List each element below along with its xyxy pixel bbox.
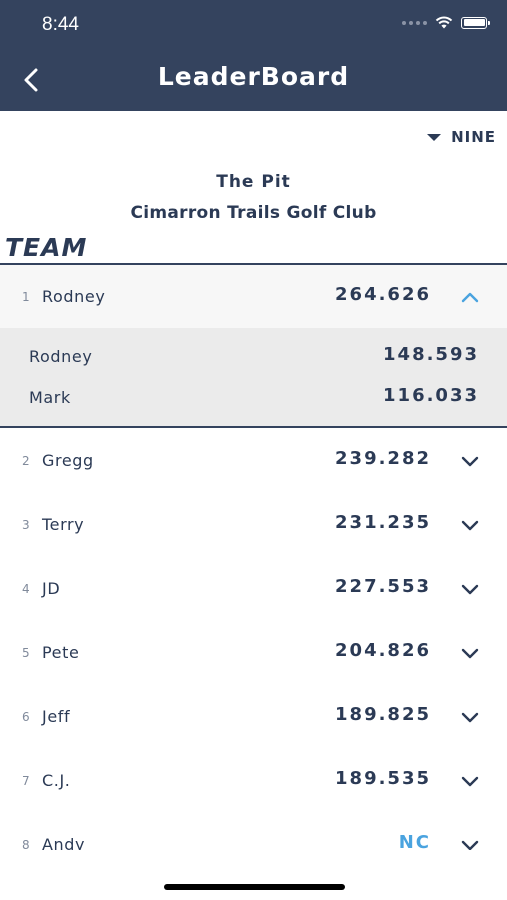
chevron-down-icon[interactable] (460, 838, 480, 850)
rank-label: 4 (22, 582, 30, 596)
page-title: LeaderBoard (157, 62, 350, 91)
team-name: Terry (42, 515, 85, 534)
chevron-down-icon[interactable] (460, 774, 480, 788)
team-name: JD (42, 579, 61, 598)
team-score: 189.825 (335, 704, 431, 725)
chevron-down-icon[interactable] (460, 454, 480, 468)
team-name: Andy (42, 835, 86, 850)
chevron-down-icon[interactable] (460, 710, 480, 724)
team-score: NC (398, 832, 431, 850)
table-row[interactable]: 6 Jeff 189.825 (0, 685, 507, 749)
panel-divider (0, 426, 507, 428)
table-row[interactable]: 2 Gregg 239.282 (0, 429, 507, 493)
chevron-down-icon[interactable] (460, 582, 480, 596)
rank-label: 3 (22, 518, 30, 532)
chevron-up-icon[interactable] (460, 290, 480, 304)
round-filter-label: NINE (451, 128, 496, 146)
status-time: 8:44 (42, 14, 79, 35)
cellular-signal-icon (402, 20, 427, 25)
team-score: 264.626 (335, 284, 431, 305)
battery-icon (461, 16, 490, 29)
rank-label: 2 (22, 454, 30, 468)
app-header: 8:44 LeaderBoard (0, 0, 507, 111)
team-score: 189.535 (335, 768, 431, 789)
course-name: The Pit (216, 172, 291, 192)
home-indicator[interactable] (164, 884, 345, 890)
rank-label: 5 (22, 646, 30, 660)
member-score: 116.033 (383, 385, 479, 406)
member-name: Mark (29, 388, 71, 407)
table-row[interactable]: 7 C.J. 189.535 (0, 749, 507, 813)
chevron-down-icon[interactable] (460, 646, 480, 660)
rank-label: 6 (22, 710, 30, 724)
rank-label: 7 (22, 774, 30, 788)
team-score: 204.826 (335, 640, 431, 661)
caret-down-icon (427, 133, 442, 141)
team-score: 227.553 (335, 576, 431, 597)
content-area: 8:44 LeaderBoard NINE The Pit Cimarron T… (0, 0, 507, 850)
wifi-icon (435, 16, 453, 29)
team-name: Gregg (42, 451, 94, 470)
team-name: Pete (42, 643, 80, 662)
member-score: 148.593 (383, 344, 479, 365)
table-row[interactable]: 5 Pete 204.826 (0, 621, 507, 685)
round-filter-dropdown[interactable]: NINE (427, 128, 496, 146)
club-name: Cimarron Trails Golf Club (130, 203, 377, 223)
table-row[interactable]: 3 Terry 231.235 (0, 493, 507, 557)
table-row[interactable]: 8 Andy NC (0, 813, 507, 850)
table-row[interactable]: 1 Rodney 264.626 (0, 265, 507, 329)
team-name: C.J. (42, 771, 71, 790)
rank-label: 8 (22, 838, 30, 850)
status-icons (402, 16, 490, 29)
chevron-down-icon[interactable] (460, 518, 480, 532)
member-name: Rodney (29, 347, 93, 366)
team-score: 239.282 (335, 448, 431, 469)
team-members-panel: Rodney 148.593 Mark 116.033 (0, 328, 507, 426)
rank-label: 1 (22, 290, 30, 304)
team-name: Jeff (42, 707, 71, 726)
section-title: TEAM (5, 233, 88, 262)
table-row[interactable]: 4 JD 227.553 (0, 557, 507, 621)
team-score: 231.235 (335, 512, 431, 533)
team-name: Rodney (42, 287, 106, 306)
